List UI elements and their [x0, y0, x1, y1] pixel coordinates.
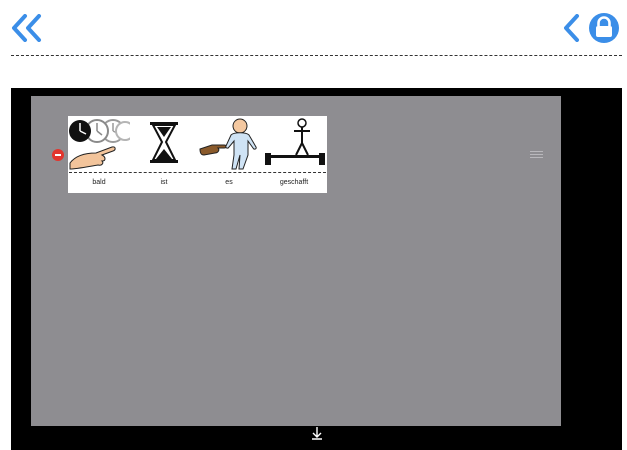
word-label: geschafft: [279, 179, 309, 186]
pointing-baby-icon: [199, 118, 257, 170]
sentence-divider: [69, 172, 326, 173]
balance-beam-icon: [265, 118, 325, 165]
sentence-strip[interactable]: bald ist es geschafft: [68, 116, 327, 193]
double-chevron-left-icon[interactable]: [11, 14, 45, 42]
word-label: bald: [92, 179, 106, 186]
drag-handle-icon[interactable]: [530, 151, 543, 158]
word-label: ist: [160, 179, 168, 186]
chevron-left-icon[interactable]: [562, 14, 582, 42]
hourglass-icon: [150, 122, 178, 163]
arrow-down-icon[interactable]: [311, 426, 323, 440]
remove-sentence-button[interactable]: [52, 149, 64, 161]
sentence-canvas: bald ist es geschafft: [31, 96, 561, 426]
word-label: es: [225, 179, 233, 186]
top-toolbar: [11, 6, 622, 88]
clock-pointing-icon: [69, 119, 130, 170]
editor-stage: bald ist es geschafft: [11, 88, 622, 450]
toolbar-divider: [11, 55, 622, 56]
lock-icon[interactable]: [588, 12, 620, 44]
